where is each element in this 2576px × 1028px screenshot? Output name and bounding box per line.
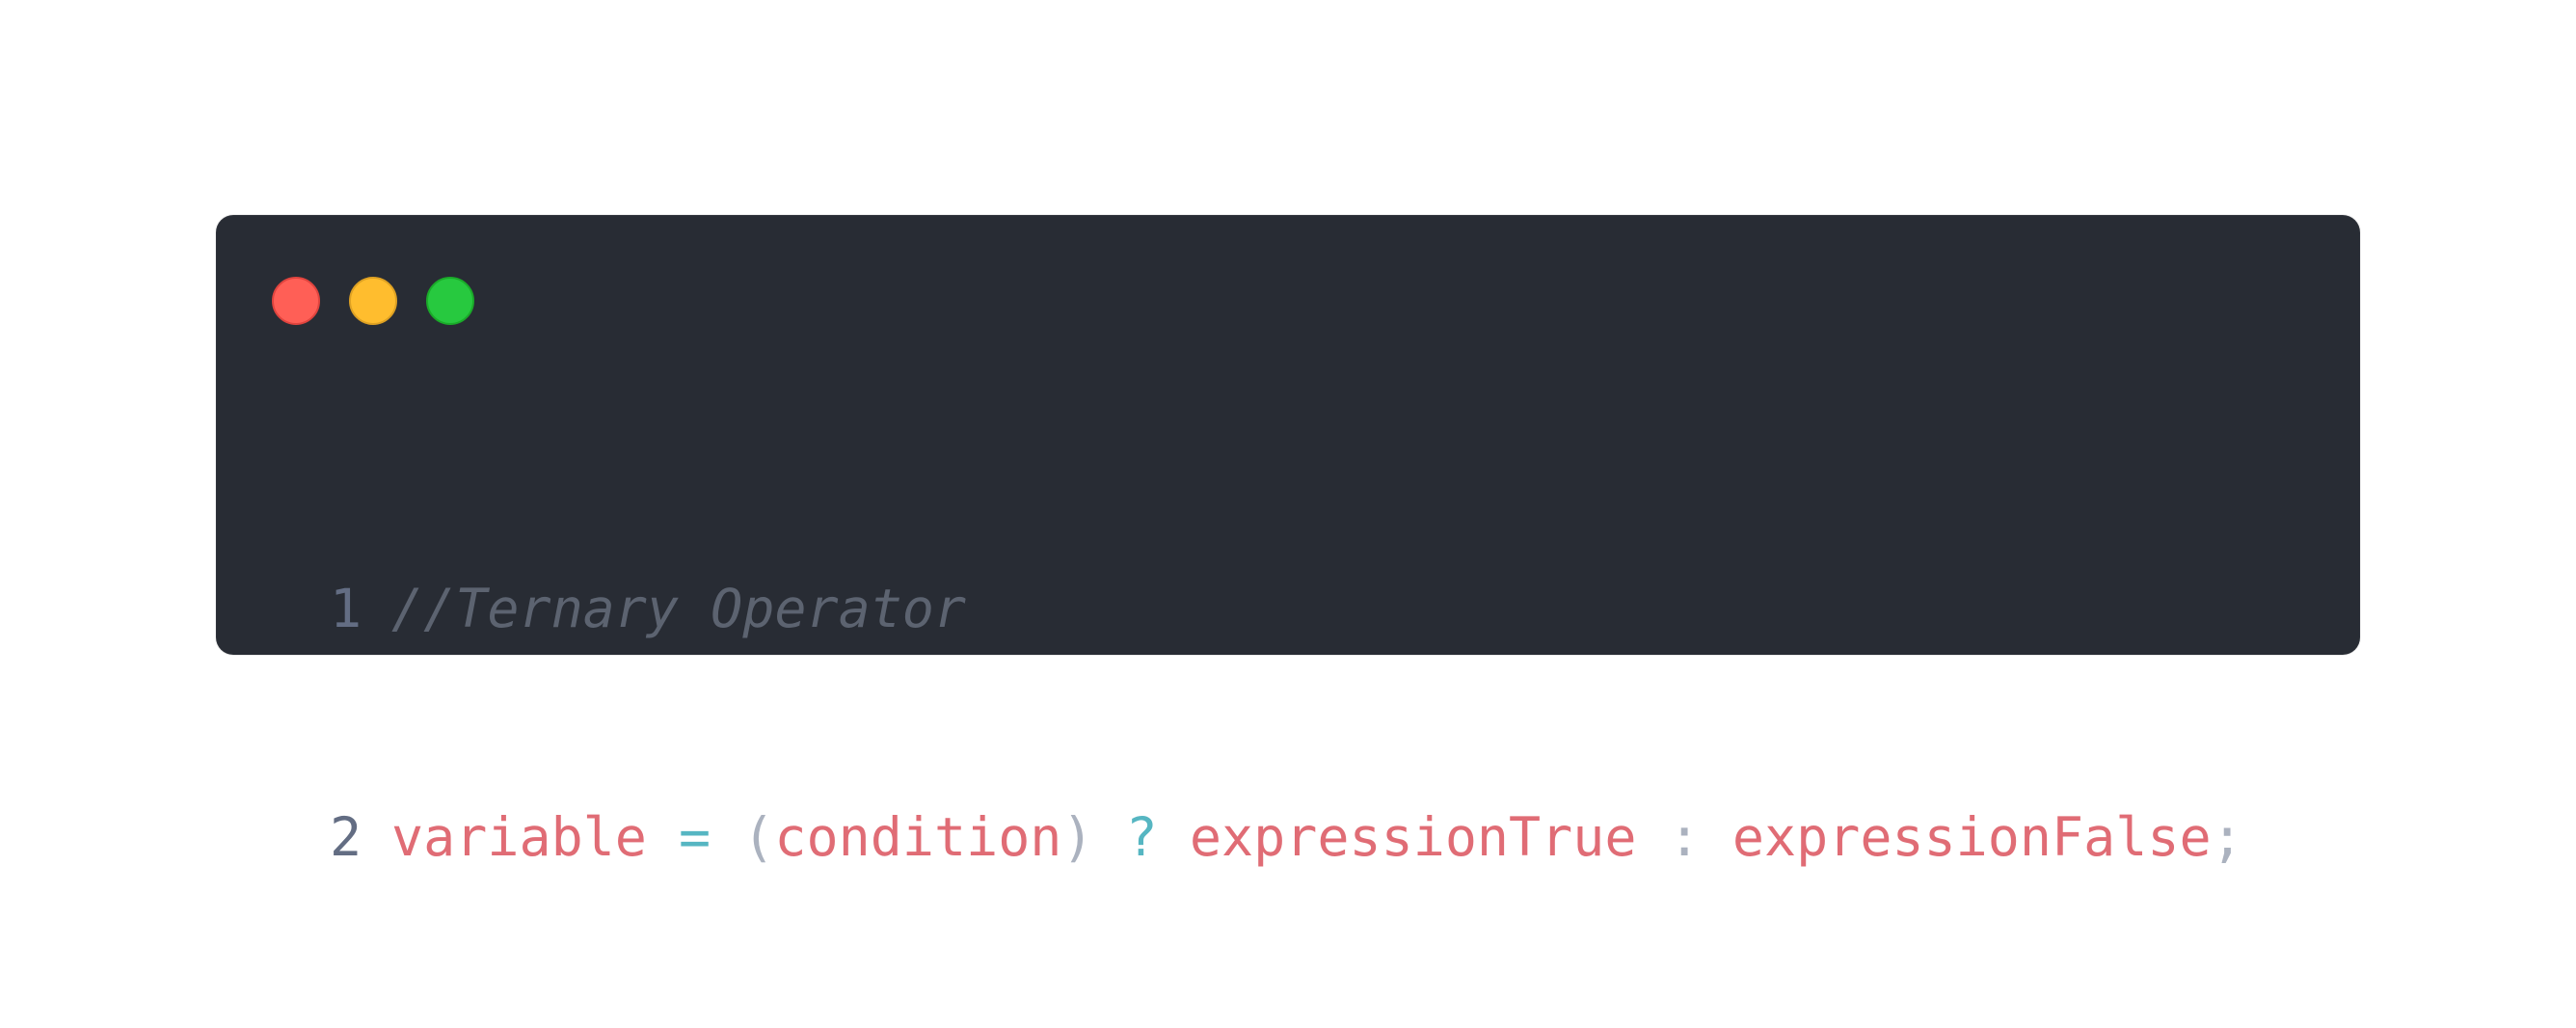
token-colon: : — [1668, 806, 1701, 868]
minimize-button[interactable] — [349, 277, 397, 325]
code-line-1: 1 //Ternary Operator — [330, 571, 2243, 647]
token-expression-true: expressionTrue — [1189, 806, 1637, 868]
token-close-paren: ) — [1061, 806, 1094, 868]
close-button[interactable] — [272, 277, 320, 325]
window-controls — [272, 277, 474, 325]
token-open-paren: ( — [742, 806, 775, 868]
token-semicolon: ; — [2211, 806, 2243, 868]
maximize-button[interactable] — [426, 277, 474, 325]
token-expression-false: expressionFalse — [1731, 806, 2212, 868]
line-number: 1 — [330, 578, 362, 639]
code-comment: //Ternary Operator — [391, 578, 967, 639]
token-condition: condition — [774, 806, 1062, 868]
code-block[interactable]: 1 //Ternary Operator 2 variable = (conditi… — [330, 419, 2243, 1028]
token-question: ? — [1125, 806, 1158, 868]
token-assign: = — [679, 806, 711, 868]
token-variable: variable — [391, 806, 647, 868]
code-window: 1 //Ternary Operator 2 variable = (conditi… — [216, 215, 2360, 868]
line-number: 2 — [330, 806, 362, 868]
code-line-2: 2 variable = (condition) ? expressionTrue… — [330, 799, 2243, 876]
